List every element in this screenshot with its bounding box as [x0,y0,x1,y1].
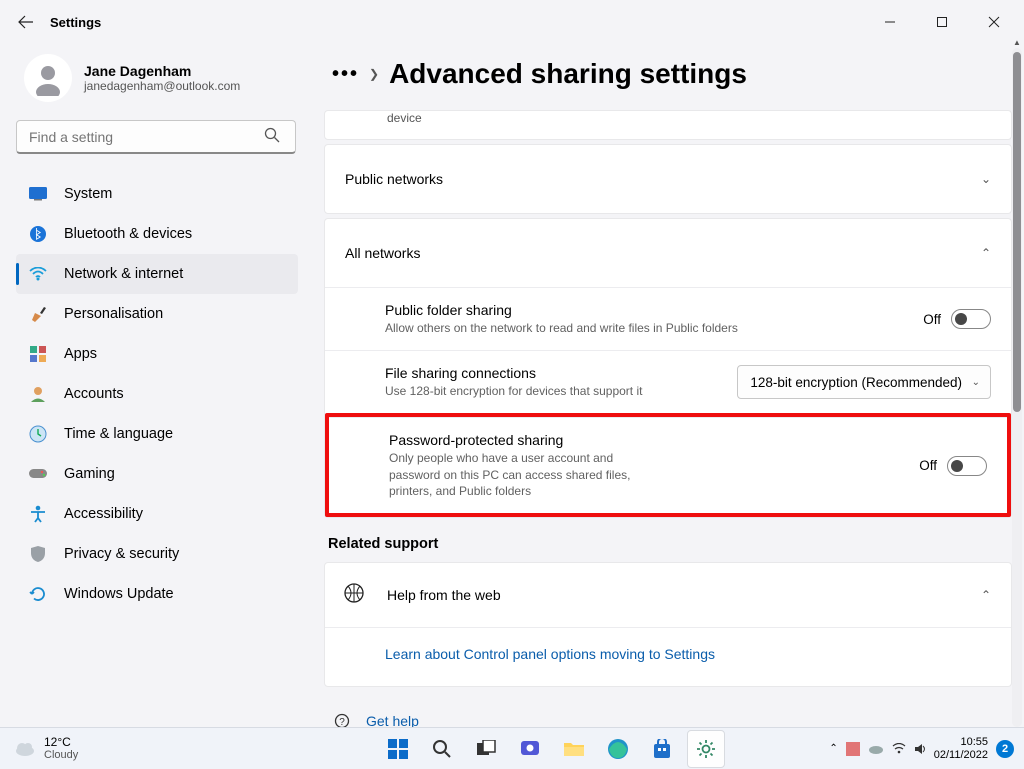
previous-section-overflow: device [325,111,1011,139]
taskbar-search[interactable] [423,730,461,768]
pps-toggle[interactable] [947,456,987,476]
public-folder-sharing-row: Public folder sharing Allow others on th… [325,287,1011,350]
user-name: Jane Dagenham [84,63,240,79]
encryption-select[interactable]: 128-bit encryption (Recommended) ⌄ [737,365,991,399]
shield-icon [28,544,48,564]
cloud-icon [14,738,36,760]
nav-apps[interactable]: Apps [16,334,298,374]
main-content: ••• ❯ Advanced sharing settings device P… [314,44,1024,727]
nav-system[interactable]: System [16,174,298,214]
setting-title: Public folder sharing [385,302,907,318]
store-app[interactable] [643,730,681,768]
chevron-up-icon: ⌃ [981,246,991,260]
nav-accessibility[interactable]: Accessibility [16,494,298,534]
nav-network[interactable]: Network & internet [16,254,298,294]
tray-icon [846,742,860,756]
task-view[interactable] [467,730,505,768]
minimize-button[interactable] [868,7,912,37]
bluetooth-icon [28,224,48,244]
start-button[interactable] [379,730,417,768]
nav-privacy[interactable]: Privacy & security [16,534,298,574]
accessibility-icon [28,504,48,524]
search-input[interactable] [16,120,296,154]
user-email: janedagenham@outlook.com [84,79,240,93]
sidebar: Jane Dagenham janedagenham@outlook.com S… [0,44,314,727]
setting-desc: Use 128-bit encryption for devices that … [385,383,721,399]
search-icon [264,127,280,148]
chevron-up-icon: ⌃ [981,588,991,602]
nav-windows-update[interactable]: Windows Update [16,574,298,614]
back-button[interactable] [8,4,44,40]
help-from-web-expander[interactable]: Help from the web ⌃ [325,563,1011,627]
globe-icon [343,582,367,607]
volume-icon [914,742,926,756]
edge-browser[interactable] [599,730,637,768]
setting-title: Password-protected sharing [389,432,646,448]
nav-time-language[interactable]: Time & language [16,414,298,454]
tray-chevron[interactable]: ⌃ [829,743,837,754]
setting-title: File sharing connections [385,365,721,381]
setting-desc: Allow others on the network to read and … [385,320,907,336]
breadcrumb-more[interactable]: ••• [332,63,359,86]
pfs-toggle[interactable] [951,309,991,329]
toggle-state: Off [923,312,941,327]
nav-personalisation[interactable]: Personalisation [16,294,298,334]
chat-app[interactable] [511,730,549,768]
monitor-icon [28,184,48,204]
clock[interactable]: 10:55 02/11/2022 [934,736,988,761]
get-help-link[interactable]: ? Get help [332,705,1012,727]
nav-accounts[interactable]: Accounts [16,374,298,414]
brush-icon [28,304,48,324]
arrow-left-icon [18,14,34,30]
wifi-tray-icon [892,743,906,755]
maximize-button[interactable] [920,7,964,37]
svg-text:?: ? [339,717,345,727]
close-window-button[interactable] [972,7,1016,37]
notification-badge[interactable]: 2 [996,740,1014,758]
apps-icon [28,344,48,364]
nav-bluetooth[interactable]: Bluetooth & devices [16,214,298,254]
settings-app[interactable] [687,730,725,768]
all-networks-expander[interactable]: All networks ⌃ [325,219,1011,287]
password-protected-sharing-row: Password-protected sharing Only people w… [329,417,1007,513]
title-bar: Settings [0,0,1024,44]
public-networks-expander[interactable]: Public networks ⌄ [325,145,1011,213]
related-support-heading: Related support [328,536,1012,552]
chevron-down-icon: ⌄ [981,172,991,186]
system-tray[interactable] [846,742,926,756]
app-title: Settings [50,15,101,30]
onedrive-icon [868,743,884,755]
clock-globe-icon [28,424,48,444]
page-title: Advanced sharing settings [389,58,747,90]
highlight-annotation: Password-protected sharing Only people w… [325,413,1011,517]
person-icon [30,60,66,96]
chevron-right-icon: ❯ [369,67,379,81]
avatar [24,54,72,102]
weather-widget[interactable]: 12°C Cloudy [0,736,320,761]
nav-gaming[interactable]: Gaming [16,454,298,494]
wifi-icon [28,264,48,284]
file-sharing-connections-row: File sharing connections Use 128-bit enc… [325,350,1011,413]
setting-desc: Only people who have a user account and … [389,450,646,499]
file-explorer[interactable] [555,730,593,768]
update-icon [28,584,48,604]
chevron-down-icon: ⌄ [972,377,980,388]
account-icon [28,384,48,404]
user-profile[interactable]: Jane Dagenham janedagenham@outlook.com [16,54,298,102]
help-link[interactable]: Learn about Control panel options moving… [385,646,715,662]
taskbar: 12°C Cloudy ⌃ 10:55 02/11/2022 2 [0,727,1024,769]
toggle-state: Off [919,458,937,473]
help-icon: ? [332,713,352,727]
scrollbar[interactable]: ▲ ▼ [1012,48,1022,727]
gamepad-icon [28,464,48,484]
